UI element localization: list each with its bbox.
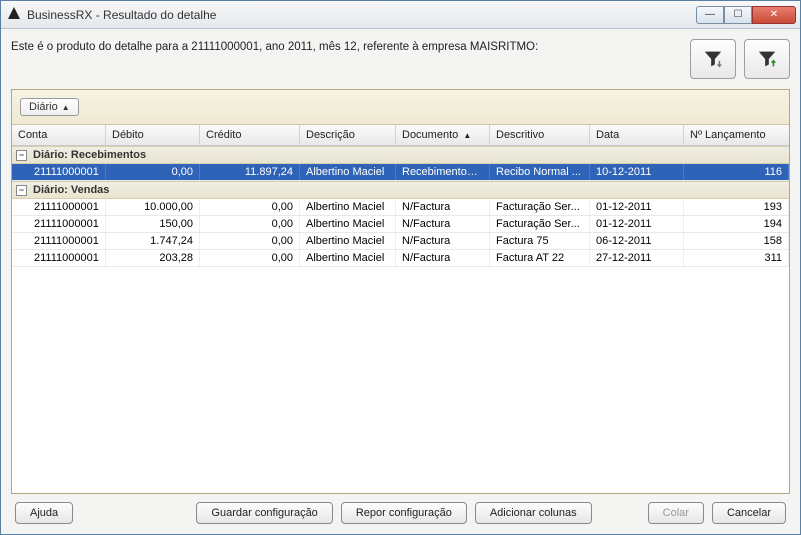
sort-asc-icon: ▲ xyxy=(62,103,70,112)
group-row[interactable]: −Diário: Vendas xyxy=(12,181,789,199)
cell-data: 01-12-2011 xyxy=(590,216,684,232)
table-row[interactable]: 211110000011.747,240,00Albertino MacielN… xyxy=(12,233,789,250)
close-button[interactable]: ✕ xyxy=(752,6,796,24)
cell-credito: 0,00 xyxy=(200,250,300,266)
cell-conta: 21111000001 xyxy=(12,233,106,249)
header-conta[interactable]: Conta xyxy=(12,125,106,145)
cell-documento: N/Factura xyxy=(396,216,490,232)
colar-button[interactable]: Colar xyxy=(648,502,704,524)
app-icon xyxy=(7,6,21,23)
cell-documento: N/Factura xyxy=(396,233,490,249)
table-row[interactable]: 21111000001150,000,00Albertino MacielN/F… xyxy=(12,216,789,233)
cell-descritivo: Factura AT 22 xyxy=(490,250,590,266)
header-debito[interactable]: Débito xyxy=(106,125,200,145)
adicionar-button[interactable]: Adicionar colunas xyxy=(475,502,592,524)
column-headers: Conta Débito Crédito Descrição Documento… xyxy=(12,125,789,146)
footer-bar: Ajuda Guardar configuração Repor configu… xyxy=(11,494,790,526)
group-row[interactable]: −Diário: Recebimentos xyxy=(12,146,789,164)
cell-debito: 0,00 xyxy=(106,164,200,180)
group-label: Diário: Recebimentos xyxy=(33,149,146,161)
titlebar: BusinessRX - Resultado do detalhe — ☐ ✕ xyxy=(1,1,800,29)
cell-credito: 0,00 xyxy=(200,233,300,249)
maximize-button[interactable]: ☐ xyxy=(724,6,752,24)
cell-descricao: Albertino Maciel xyxy=(300,164,396,180)
cell-documento: N/Factura xyxy=(396,199,490,215)
cell-descricao: Albertino Maciel xyxy=(300,233,396,249)
group-by-label: Diário xyxy=(29,101,58,113)
group-by-chip[interactable]: Diário ▲ xyxy=(20,98,79,116)
cell-conta: 21111000001 xyxy=(12,199,106,215)
cell-credito: 11.897,24 xyxy=(200,164,300,180)
guardar-button[interactable]: Guardar configuração xyxy=(196,502,332,524)
cell-descricao: Albertino Maciel xyxy=(300,216,396,232)
cell-credito: 0,00 xyxy=(200,199,300,215)
cell-lancamento: 193 xyxy=(684,199,789,215)
table-row[interactable]: 21111000001203,280,00Albertino MacielN/F… xyxy=(12,250,789,267)
minimize-button[interactable]: — xyxy=(696,6,724,24)
cell-lancamento: 158 xyxy=(684,233,789,249)
cell-data: 10-12-2011 xyxy=(590,164,684,180)
cell-lancamento: 311 xyxy=(684,250,789,266)
header-documento[interactable]: Documento ▲ xyxy=(396,125,490,145)
cell-lancamento: 194 xyxy=(684,216,789,232)
collapse-icon[interactable]: − xyxy=(16,185,27,196)
cell-debito: 10.000,00 xyxy=(106,199,200,215)
cell-conta: 21111000001 xyxy=(12,216,106,232)
filter-up-button[interactable] xyxy=(744,39,790,79)
description-row: Este é o produto do detalhe para a 21111… xyxy=(11,39,790,79)
description-text: Este é o produto do detalhe para a 21111… xyxy=(11,39,538,53)
header-credito[interactable]: Crédito xyxy=(200,125,300,145)
group-label: Diário: Vendas xyxy=(33,184,109,196)
header-documento-label: Documento xyxy=(402,129,458,141)
action-icons xyxy=(690,39,790,79)
header-descritivo[interactable]: Descritivo xyxy=(490,125,590,145)
cell-descritivo: Factura 75 xyxy=(490,233,590,249)
cell-documento: Recebimentos ... xyxy=(396,164,490,180)
sort-asc-icon: ▲ xyxy=(463,131,471,140)
window-title: BusinessRX - Resultado do detalhe xyxy=(27,8,696,22)
cell-debito: 150,00 xyxy=(106,216,200,232)
cell-descritivo: Recibo Normal ... xyxy=(490,164,590,180)
grid: Diário ▲ Conta Débito Crédito Descrição … xyxy=(11,89,790,494)
cell-credito: 0,00 xyxy=(200,216,300,232)
cell-conta: 21111000001 xyxy=(12,250,106,266)
content-area: Este é o produto do detalhe para a 21111… xyxy=(1,29,800,534)
cancelar-button[interactable]: Cancelar xyxy=(712,502,786,524)
cell-documento: N/Factura xyxy=(396,250,490,266)
ajuda-button[interactable]: Ajuda xyxy=(15,502,73,524)
cell-descritivo: Facturação Ser... xyxy=(490,216,590,232)
group-panel: Diário ▲ xyxy=(12,90,789,125)
cell-data: 06-12-2011 xyxy=(590,233,684,249)
repor-button[interactable]: Repor configuração xyxy=(341,502,467,524)
window-buttons: — ☐ ✕ xyxy=(696,6,796,24)
table-row[interactable]: 2111100000110.000,000,00Albertino Maciel… xyxy=(12,199,789,216)
cell-conta: 21111000001 xyxy=(12,164,106,180)
cell-descritivo: Facturação Ser... xyxy=(490,199,590,215)
cell-descricao: Albertino Maciel xyxy=(300,199,396,215)
collapse-icon[interactable]: − xyxy=(16,150,27,161)
header-descricao[interactable]: Descrição xyxy=(300,125,396,145)
cell-lancamento: 116 xyxy=(684,164,789,180)
cell-debito: 1.747,24 xyxy=(106,233,200,249)
grid-body[interactable]: −Diário: Recebimentos211110000010,0011.8… xyxy=(12,146,789,493)
header-lancamento[interactable]: Nº Lançamento xyxy=(684,125,789,145)
filter-down-button[interactable] xyxy=(690,39,736,79)
cell-descricao: Albertino Maciel xyxy=(300,250,396,266)
cell-data: 27-12-2011 xyxy=(590,250,684,266)
table-row[interactable]: 211110000010,0011.897,24Albertino Maciel… xyxy=(12,164,789,181)
window: BusinessRX - Resultado do detalhe — ☐ ✕ … xyxy=(0,0,801,535)
cell-debito: 203,28 xyxy=(106,250,200,266)
cell-data: 01-12-2011 xyxy=(590,199,684,215)
header-data[interactable]: Data xyxy=(590,125,684,145)
